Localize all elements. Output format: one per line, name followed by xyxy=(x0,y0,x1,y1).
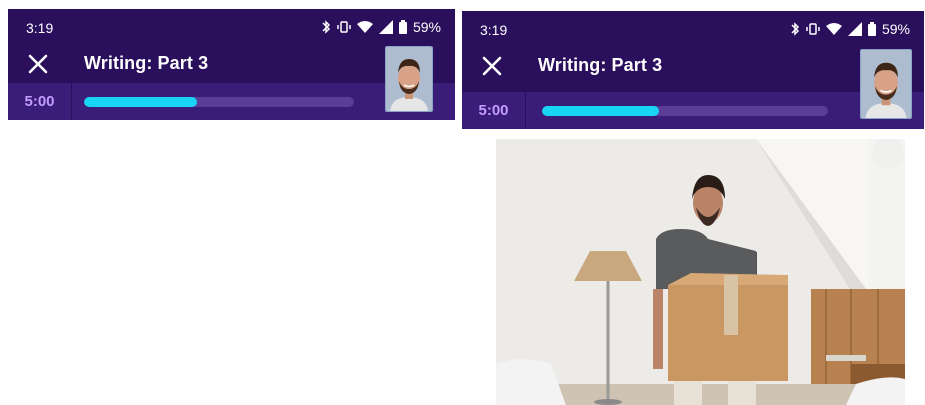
status-time: 3:19 xyxy=(26,20,54,36)
task-photo xyxy=(496,139,905,405)
wifi-icon xyxy=(825,23,842,35)
vibrate-icon xyxy=(806,23,820,35)
moving-box-photo-icon xyxy=(496,139,905,405)
app-header: Writing: Part 3 xyxy=(462,47,924,85)
progress-track xyxy=(542,106,828,116)
right-phone-screen: 3:19 59% Writing: Part 3 5:00 xyxy=(462,11,924,129)
avatar-portrait-icon xyxy=(861,50,911,118)
progress-fill xyxy=(542,106,660,116)
status-icons: 59% xyxy=(321,19,441,35)
wifi-icon xyxy=(356,21,373,33)
bluetooth-icon xyxy=(791,22,800,36)
avatar xyxy=(385,46,433,112)
page-title: Writing: Part 3 xyxy=(538,55,663,75)
avatar xyxy=(860,49,912,119)
signal-icon xyxy=(378,20,393,34)
close-button[interactable] xyxy=(24,50,52,78)
progress-row: 5:00 xyxy=(462,92,924,129)
left-phone-screen: 3:19 59% Writing: Part 3 5:00 xyxy=(8,9,455,120)
battery-icon xyxy=(398,20,407,34)
status-time: 3:19 xyxy=(480,22,508,38)
bluetooth-icon xyxy=(322,20,331,34)
status-icons: 59% xyxy=(790,21,910,37)
avatar-portrait-icon xyxy=(386,47,432,111)
vibrate-icon xyxy=(337,21,351,33)
status-bar: 3:19 59% xyxy=(8,9,455,45)
timer: 5:00 xyxy=(8,83,72,120)
battery-percent: 59% xyxy=(412,19,441,35)
progress-fill xyxy=(84,97,198,107)
status-bar: 3:19 59% xyxy=(462,11,924,47)
battery-percent: 59% xyxy=(881,21,910,37)
battery-icon xyxy=(867,22,876,36)
timer: 5:00 xyxy=(462,92,526,129)
page-title: Writing: Part 3 xyxy=(84,53,209,73)
progress-track xyxy=(84,97,354,107)
signal-icon xyxy=(847,22,862,36)
close-button[interactable] xyxy=(478,52,506,80)
